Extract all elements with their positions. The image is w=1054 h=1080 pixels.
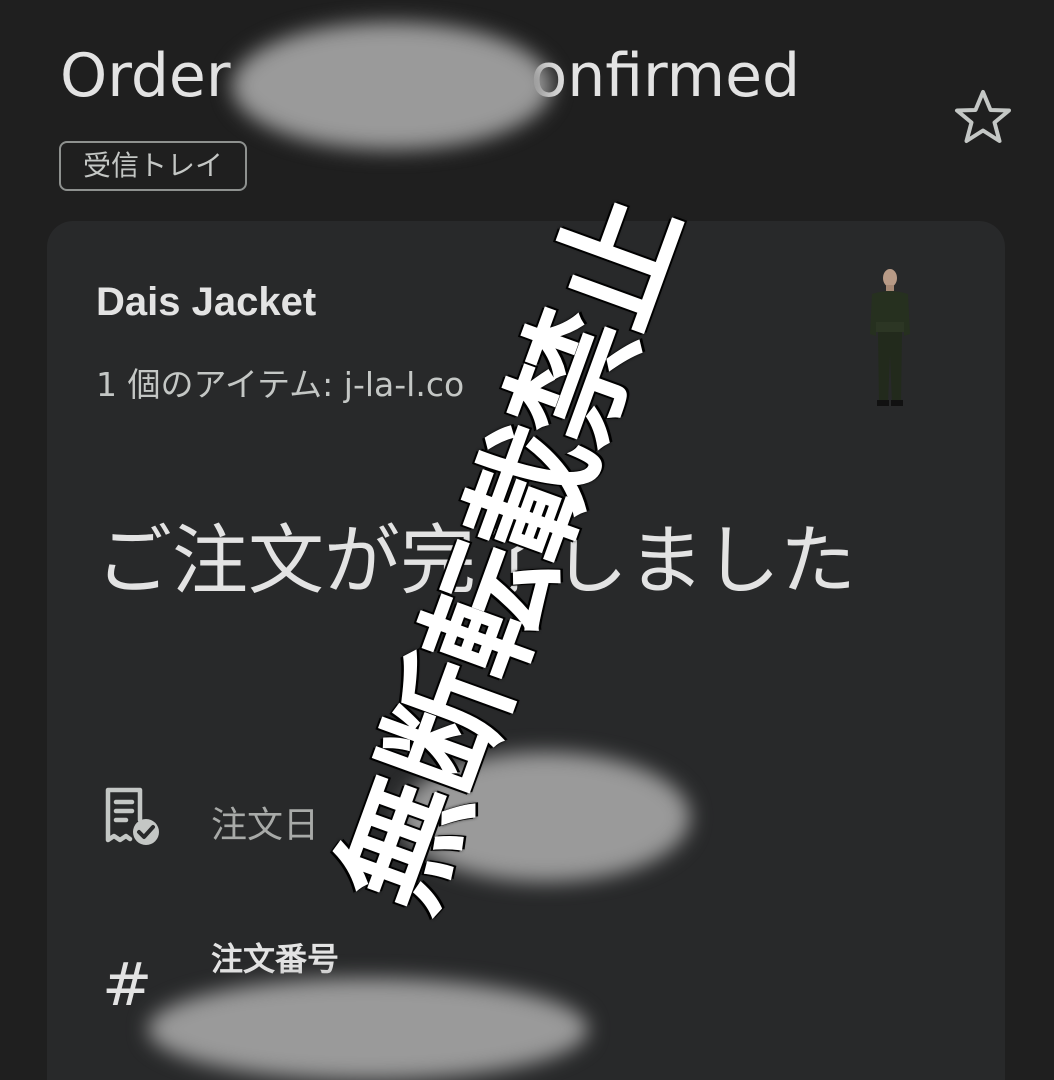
redaction-subject: [232, 22, 552, 150]
hash-icon: #: [102, 950, 153, 1020]
star-icon[interactable]: [951, 86, 1015, 150]
item-summary: 1 個のアイテム: j-la-l.co: [96, 365, 465, 404]
order-number-label: 注文番号: [211, 940, 340, 978]
order-complete-headline: ご注文が完了しました: [96, 516, 856, 605]
order-date-label: 注文日: [211, 805, 320, 846]
redaction-order-date: [400, 752, 690, 882]
redaction-order-number: [148, 978, 588, 1080]
receipt-check-icon: [100, 786, 162, 848]
subject-prefix: Order: [60, 41, 231, 111]
product-thumbnail[interactable]: [860, 264, 920, 412]
inbox-label-chip[interactable]: 受信トレイ: [59, 141, 248, 191]
product-name: Dais Jacket: [96, 280, 317, 324]
subject-suffix: onfirmed: [530, 41, 801, 111]
